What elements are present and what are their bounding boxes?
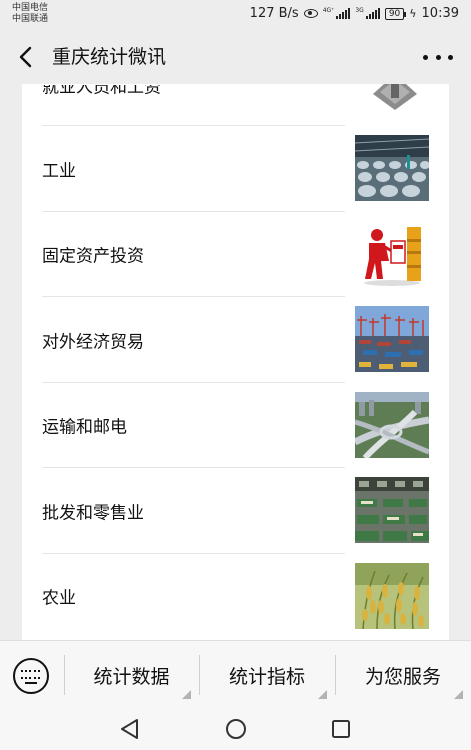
keyboard-toggle-button[interactable] <box>13 658 49 694</box>
highway-photo <box>355 391 429 458</box>
battery-icon: 90 <box>384 7 407 20</box>
net-type-1: 4G⁺ <box>322 7 335 14</box>
list-item[interactable]: 对外经济贸易 <box>22 297 449 383</box>
category-list: 就业人员和工资 工业 固定资产投资 对外经济贸易 运输和邮电 批发和零售业 农业 <box>22 84 449 639</box>
list-item[interactable]: 运输和邮电 <box>22 383 449 468</box>
menu-item-label: 统计指标 <box>228 665 305 688</box>
menu-item-label: 为您服务 <box>364 665 441 688</box>
chevron-left-icon <box>19 46 32 68</box>
submenu-indicator-icon <box>182 690 191 699</box>
carrier-info: 中国电信 中国联通 <box>12 3 48 25</box>
more-dots-icon <box>423 54 428 60</box>
nav-recents-button[interactable] <box>329 717 353 741</box>
status-indicators: 127 B/s 4G⁺ 3G 90 ϟ 10:39 <box>250 6 459 21</box>
menu-stats-indicators[interactable]: 统计指标 <box>199 641 335 709</box>
list-item-label: 农业 <box>42 588 76 609</box>
menu-stats-data[interactable]: 统计数据 <box>64 641 199 709</box>
list-item-label: 固定资产投资 <box>42 246 144 267</box>
clock: 10:39 <box>421 6 459 21</box>
status-bar: 中国电信 中国联通 127 B/s 4G⁺ 3G 90 ϟ 10:39 <box>0 0 471 30</box>
submenu-indicator-icon <box>318 690 327 699</box>
content-area[interactable]: 就业人员和工资 工业 固定资产投资 对外经济贸易 运输和邮电 批发和零售业 农业 <box>0 84 471 640</box>
back-button[interactable] <box>14 44 40 70</box>
nav-home-icon <box>226 719 246 739</box>
nav-recents-icon <box>332 720 350 738</box>
carrier-2: 中国联通 <box>12 14 49 24</box>
submenu-indicator-icon <box>454 690 463 699</box>
list-item[interactable]: 农业 <box>22 554 449 640</box>
list-item-label: 就业人员和工资 <box>42 84 161 98</box>
employment-photo <box>355 84 429 110</box>
net-type-2: 3G <box>355 7 364 14</box>
system-nav-bar <box>0 708 471 750</box>
more-button[interactable] <box>423 44 453 70</box>
list-item-label: 对外经济贸易 <box>42 332 144 353</box>
list-item-partial[interactable]: 就业人员和工资 <box>22 84 449 126</box>
charging-icon: ϟ <box>409 7 417 20</box>
carrier-1: 中国电信 <box>12 3 49 13</box>
list-item[interactable]: 批发和零售业 <box>22 468 449 554</box>
nav-back-icon <box>121 719 138 739</box>
signal-icon-2: 3G <box>355 7 380 19</box>
title-bar: 重庆统计微讯 <box>0 30 471 84</box>
menu-panel: 就业人员和工资 工业 固定资产投资 对外经济贸易 运输和邮电 批发和零售业 农业 <box>22 84 449 640</box>
list-item-label: 工业 <box>42 161 76 182</box>
market-photo <box>355 477 429 543</box>
nav-back-button[interactable] <box>118 717 142 741</box>
nav-home-button[interactable] <box>224 717 248 741</box>
menu-item-label: 统计数据 <box>93 665 170 688</box>
list-item-label: 批发和零售业 <box>42 503 144 524</box>
list-item[interactable]: 固定资产投资 <box>22 212 449 297</box>
signal-icon-1: 4G⁺ <box>323 8 351 19</box>
list-item-label: 运输和邮电 <box>42 417 127 438</box>
page-title: 重庆统计微讯 <box>52 46 167 68</box>
port-photo <box>355 306 429 372</box>
net-speed: 127 B/s <box>249 6 299 21</box>
list-item[interactable]: 工业 <box>22 126 449 212</box>
custom-menu-bar: 统计数据 统计指标 为您服务 <box>0 640 471 708</box>
eye-comfort-icon <box>303 9 318 18</box>
rice-photo <box>355 562 429 629</box>
menu-services[interactable]: 为您服务 <box>335 641 471 709</box>
investment-photo <box>355 220 429 287</box>
factory-photo <box>355 135 429 201</box>
